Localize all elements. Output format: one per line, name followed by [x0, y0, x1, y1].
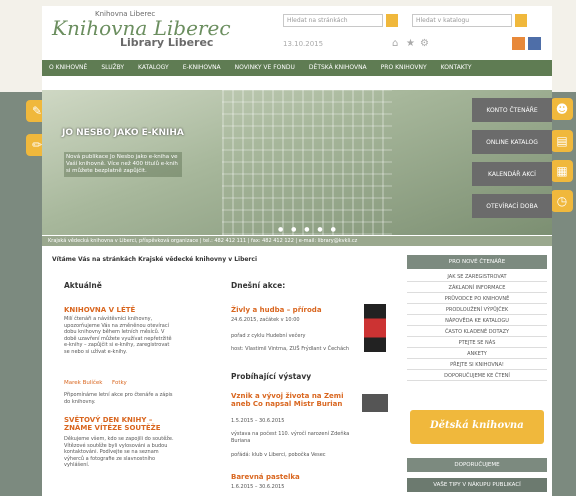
nav-item-o-knihovne[interactable]: O knihovně — [42, 60, 94, 76]
right-sidebar — [548, 92, 576, 496]
link-library-guide[interactable]: Průvodce po knihovně — [407, 294, 547, 304]
logo-subtitle: Library Liberec — [120, 36, 214, 49]
hero-slider[interactable]: JO NESBO JAKO E-KNIHA Nová publikace Jo … — [42, 90, 552, 235]
online-catalog-button[interactable]: Online katalog — [472, 130, 552, 154]
children-library-banner-text: Dětská knihovna — [430, 420, 524, 431]
home-icon[interactable]: ⌂ — [392, 38, 398, 49]
event-thumbnail[interactable] — [364, 304, 386, 352]
recommend-heading: Doporučujeme — [407, 458, 547, 472]
catalog-search-input[interactable]: Hledat v katalogu — [412, 14, 512, 27]
event-text-1: pořad z cyklu Hudební večery — [231, 333, 306, 339]
news-text-1: Milí čtenáři a návštěvníci knihovny, upo… — [64, 316, 172, 355]
settings-icon[interactable]: ⚙ — [420, 38, 429, 49]
exhibition-text-1: výstava na počest 110. výročí narození Z… — [231, 431, 350, 444]
calendar-icon[interactable]: ▦ — [551, 160, 573, 182]
event-date-1: 24.6.2015, začátek v 10:00 — [231, 317, 300, 323]
accessibility-icon[interactable]: ★ — [406, 38, 415, 49]
exhibitions-heading: Probíhající výstavy — [231, 372, 312, 381]
exhibition-date-1: 1.5.2015 – 30.6.2015 — [231, 418, 285, 424]
hero-image — [222, 90, 392, 235]
link-renewals[interactable]: Prodloužení výpůjček — [407, 305, 547, 315]
nav-item-e-knihovna[interactable]: E-knihovna — [176, 60, 228, 76]
exhibition-title-1[interactable]: Vznik a vývoj života na Zemi aneb Co nap… — [231, 392, 351, 408]
news-title-2[interactable]: SVĚTOVÝ DEN KNIHY – ZNÁME VÍTĚZE SOUTĚŽE — [64, 416, 176, 432]
opening-hours-button[interactable]: Otevírací doba — [472, 194, 552, 218]
link-recommended-reading[interactable]: Doporučujeme ke čtení — [407, 371, 547, 381]
contact-info-bar: Krajská vědecká knihovna v Liberci, přís… — [42, 236, 552, 246]
news-heading: Aktuálně — [64, 281, 102, 290]
catalog-search-button[interactable] — [515, 14, 527, 27]
exhibition-thumbnail[interactable] — [362, 394, 388, 412]
link-basic-info[interactable]: Základní informace — [407, 283, 547, 293]
events-calendar-button[interactable]: Kalendář akcí — [472, 162, 552, 186]
news-title-1[interactable]: KNIHOVNA V LÉTĚ — [64, 306, 135, 314]
nav-item-katalogy[interactable]: Katalogy — [131, 60, 176, 76]
event-title-1[interactable]: Živly a hudba – příroda — [231, 306, 322, 314]
tips-heading[interactable]: Vaše tipy v nákupu publikací — [407, 478, 547, 492]
nav-item-novinky[interactable]: Novinky ve fondu — [228, 60, 302, 76]
exhibition-title-2[interactable]: Barevná pastelka — [231, 473, 300, 481]
link-wish-library[interactable]: Přejte si knihovna! — [407, 360, 547, 370]
main-navigation: O knihovně Služby Katalogy E-knihovna No… — [42, 60, 552, 76]
nav-item-kontakty[interactable]: Kontakty — [434, 60, 479, 76]
nav-item-pro-knihovny[interactable]: Pro knihovny — [374, 60, 434, 76]
nav-item-detska-knihovna[interactable]: Dětská knihovna — [302, 60, 374, 76]
new-readers-heading: Pro nové čtenáře — [407, 255, 547, 269]
link-surveys[interactable]: Ankety — [407, 349, 547, 359]
current-date: 13.10.2015 — [283, 40, 324, 48]
link-faq[interactable]: Často kladené dotazy — [407, 327, 547, 337]
book-icon[interactable]: ▤ — [551, 130, 573, 152]
news-link-author[interactable]: Marek Bulíček — [64, 380, 102, 386]
news-text-1b: Připomínáme letní akce pro čtenáře a záp… — [64, 392, 173, 405]
site-search-input[interactable]: Hledat na stránkách — [283, 14, 383, 27]
user-icon[interactable]: ☻ — [551, 98, 573, 120]
events-heading: Dnešní akce: — [231, 281, 286, 290]
rss-icon[interactable] — [512, 37, 525, 50]
exhibition-place-1: pořádá: klub v Liberci, pobočka Vesec — [231, 452, 326, 458]
facebook-icon[interactable] — [528, 37, 541, 50]
event-place-1: host: Vlastimil Vintrna, ZUŠ Frýdlant v … — [231, 346, 350, 352]
link-catalog-help[interactable]: Nápověda ke katalogu — [407, 316, 547, 326]
slider-dots[interactable]: ● ● ● ● ● — [278, 226, 339, 233]
news-text-2: Děkujeme všem, kdo se zapojili do soutěž… — [64, 436, 174, 468]
exhibition-date-2: 1.6.2015 – 30.6.2015 — [231, 484, 285, 490]
hero-text: Nová publikace Jo Nesbo jako e-kniha ve … — [64, 152, 182, 177]
welcome-text: Vítáme Vás na stránkách Krajské vědecké … — [52, 256, 258, 263]
news-link-photos[interactable]: Fotky — [112, 380, 127, 386]
site-search-button[interactable] — [386, 14, 398, 27]
nav-item-sluzby[interactable]: Služby — [94, 60, 131, 76]
hero-title: JO NESBO JAKO E-KNIHA — [62, 128, 184, 138]
link-ask-us[interactable]: Ptejte se nás — [407, 338, 547, 348]
account-button[interactable]: Konto čtenáře — [472, 98, 552, 122]
link-registration[interactable]: Jak se zaregistrovat — [407, 272, 547, 282]
clock-icon[interactable]: ◷ — [551, 190, 573, 212]
